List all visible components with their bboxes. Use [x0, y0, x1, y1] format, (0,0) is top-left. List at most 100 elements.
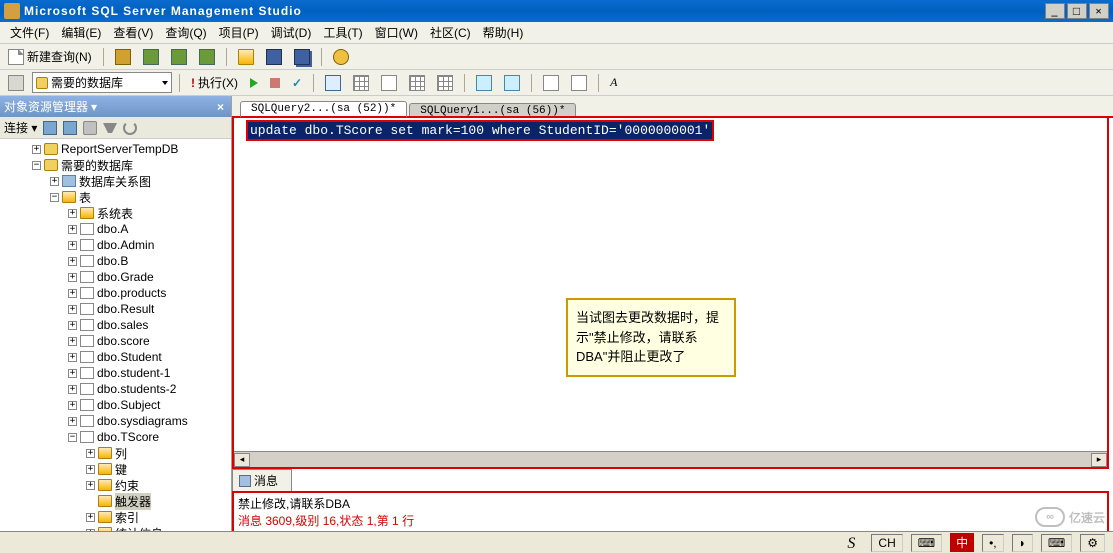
ime-softkbd-icon[interactable]: ⌨ [1041, 534, 1072, 552]
query-editor[interactable]: update dbo.TScore set mark=100 where Stu… [232, 118, 1109, 469]
tree-node-admin[interactable]: +dbo.Admin [2, 237, 229, 253]
tree-node-a[interactable]: +dbo.A [2, 221, 229, 237]
annotation-callout: 当试图去更改数据时，提示"禁止修改，请联系DBA"并阻止更改了 [566, 298, 736, 377]
save-all-icon[interactable] [290, 47, 314, 67]
toolbar-sql: 需要的数据库 ! 执行(X) ✓ A [0, 70, 1113, 96]
ime-fullhalf-icon[interactable]: ◗ [1012, 534, 1033, 552]
object-explorer-toolbar: 连接 ▾ [0, 117, 231, 139]
tree-node-indexes[interactable]: +索引 [2, 509, 229, 525]
tree-node-reportserver[interactable]: +ReportServerTempDB [2, 141, 229, 157]
tree-node-db-diagrams[interactable]: +数据库关系图 [2, 173, 229, 189]
menu-project[interactable]: 项目(P) [213, 22, 265, 43]
close-button[interactable]: × [1089, 3, 1109, 19]
ime-settings-icon[interactable]: ⚙ [1080, 534, 1105, 552]
scroll-right-icon[interactable]: ▸ [1091, 453, 1107, 467]
menu-view[interactable]: 查看(V) [107, 22, 159, 43]
messages-icon [239, 475, 251, 487]
new-query-icon [8, 49, 24, 65]
sql-text[interactable]: update dbo.TScore set mark=100 where Stu… [246, 120, 714, 141]
pin-icon[interactable]: ▾ [88, 100, 100, 114]
tree-node-result[interactable]: +dbo.Result [2, 301, 229, 317]
tree-node-student1[interactable]: +dbo.student-1 [2, 365, 229, 381]
tab-sqlquery2[interactable]: SQLQuery2...(sa (52))* [240, 101, 407, 118]
outline-icon[interactable] [321, 73, 345, 93]
minimize-button[interactable]: _ [1045, 3, 1065, 19]
app-title: Microsoft SQL Server Management Studio [24, 4, 302, 18]
messages-tab[interactable]: 消息 [232, 469, 292, 491]
tree-node-tables[interactable]: −表 [2, 189, 229, 205]
activity-monitor-icon[interactable] [329, 47, 353, 67]
refresh-icon[interactable] [123, 121, 137, 135]
ime-punct-icon[interactable]: •, [982, 534, 1004, 552]
execute-button[interactable]: ! 执行(X) [187, 72, 242, 93]
title-bar: Microsoft SQL Server Management Studio _… [0, 0, 1113, 22]
object-tree[interactable]: +ReportServerTempDB −需要的数据库 +数据库关系图 −表 +… [0, 139, 231, 553]
connect-icon[interactable] [43, 121, 57, 135]
disconnect-icon[interactable] [63, 121, 77, 135]
new-dmx-icon[interactable] [195, 47, 219, 67]
tree-node-subject[interactable]: +dbo.Subject [2, 397, 229, 413]
ime-keyboard-icon[interactable]: ⌨ [911, 534, 942, 552]
panel-close-icon[interactable]: × [214, 100, 227, 114]
tree-node-students2[interactable]: +dbo.students-2 [2, 381, 229, 397]
watermark-logo-icon: ∞ [1035, 507, 1065, 527]
editor-area: SQLQuery2...(sa (52))* SQLQuery1...(sa (… [232, 96, 1113, 553]
tree-node-score[interactable]: +dbo.score [2, 333, 229, 349]
new-db-engine-icon[interactable] [111, 47, 135, 67]
ime-lang-button[interactable]: 中 [950, 533, 974, 552]
tree-node-sysdiag[interactable]: +dbo.sysdiagrams [2, 413, 229, 429]
results-to-text-icon[interactable] [377, 73, 401, 93]
menu-tools[interactable]: 工具(T) [317, 22, 368, 43]
maximize-button[interactable]: □ [1067, 3, 1087, 19]
specify-values-icon[interactable]: A [606, 73, 621, 92]
menu-help[interactable]: 帮助(H) [477, 22, 530, 43]
database-combo[interactable]: 需要的数据库 [32, 72, 172, 93]
menu-window[interactable]: 窗口(W) [369, 22, 424, 43]
tree-node-grade[interactable]: +dbo.Grade [2, 269, 229, 285]
tree-node-needed-db[interactable]: −需要的数据库 [2, 157, 229, 173]
tree-node-keys[interactable]: +键 [2, 461, 229, 477]
debug-icon[interactable] [246, 76, 262, 90]
tree-node-triggers[interactable]: 触发器 [2, 493, 229, 509]
tree-node-columns[interactable]: +列 [2, 445, 229, 461]
new-as-icon[interactable] [139, 47, 163, 67]
tab-strip: SQLQuery2...(sa (52))* SQLQuery1...(sa (… [232, 96, 1113, 118]
menu-debug[interactable]: 调试(D) [265, 22, 318, 43]
cancel-icon[interactable] [266, 76, 284, 90]
horizontal-scrollbar[interactable]: ◂ ▸ [234, 451, 1107, 467]
taskbar: S CH ⌨ 中 •, ◗ ⌨ ⚙ [0, 531, 1113, 553]
stop-icon[interactable] [83, 121, 97, 135]
save-icon[interactable] [262, 47, 286, 67]
tree-node-sys-tables[interactable]: +系统表 [2, 205, 229, 221]
tree-node-sales[interactable]: +dbo.sales [2, 317, 229, 333]
uncomment-icon[interactable] [500, 73, 524, 93]
open-icon[interactable] [234, 47, 258, 67]
connect-dropdown[interactable]: 连接 ▾ [4, 119, 37, 136]
tree-node-tscore[interactable]: −dbo.TScore [2, 429, 229, 445]
ime-ch-button[interactable]: CH [871, 534, 902, 552]
parse-icon[interactable]: ✓ [288, 74, 306, 92]
menu-file[interactable]: 文件(F) [4, 22, 55, 43]
message-line-2: 消息 3609,级别 16,状态 1,第 1 行 [238, 512, 1103, 529]
db-icon [36, 77, 48, 89]
tab-sqlquery1[interactable]: SQLQuery1...(sa (56))* [409, 103, 576, 118]
menu-community[interactable]: 社区(C) [424, 22, 477, 43]
tree-node-constraints[interactable]: +约束 [2, 477, 229, 493]
decrease-indent-icon[interactable] [539, 73, 563, 93]
results-to-file-icon[interactable] [433, 73, 457, 93]
new-query-button[interactable]: 新建查询(N) [4, 46, 96, 67]
tree-node-student[interactable]: +dbo.Student [2, 349, 229, 365]
include-actual-plan-icon[interactable] [349, 73, 373, 93]
scroll-left-icon[interactable]: ◂ [234, 453, 250, 467]
filter-icon[interactable] [103, 123, 117, 133]
available-db-icon[interactable] [4, 73, 28, 93]
tree-node-b[interactable]: +dbo.B [2, 253, 229, 269]
comment-icon[interactable] [472, 73, 496, 93]
ime-s-icon[interactable]: S [847, 535, 863, 551]
increase-indent-icon[interactable] [567, 73, 591, 93]
menu-query[interactable]: 查询(Q) [159, 22, 212, 43]
menu-edit[interactable]: 编辑(E) [55, 22, 107, 43]
tree-node-products[interactable]: +dbo.products [2, 285, 229, 301]
new-mdx-icon[interactable] [167, 47, 191, 67]
results-to-grid-icon[interactable] [405, 73, 429, 93]
